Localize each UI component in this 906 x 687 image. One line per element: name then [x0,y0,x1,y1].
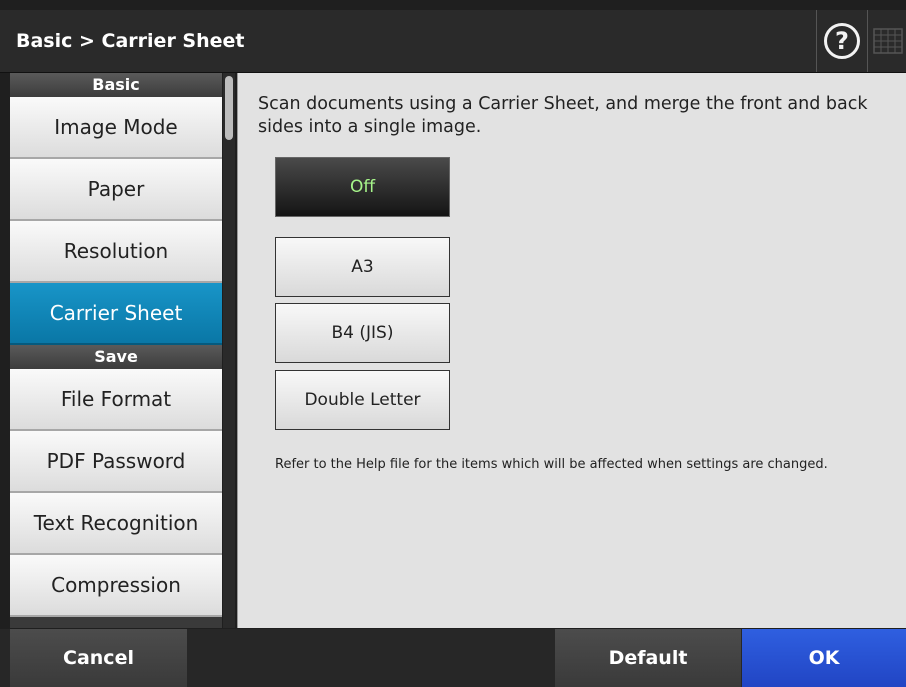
section-header-save: Save [10,345,222,369]
help-note: Refer to the Help file for the items whi… [275,457,828,472]
title-bar: Basic > Carrier Sheet ? [0,10,906,73]
sidebar-item-resolution[interactable]: Resolution [10,221,222,283]
sidebar-item-compression[interactable]: Compression [10,555,222,617]
sidebar-item-carrier-sheet[interactable]: Carrier Sheet [10,283,222,345]
keyboard-icon [872,28,903,54]
settings-panel: Scan documents using a Carrier Sheet, an… [237,73,906,628]
scrollbar-thumb[interactable] [225,76,233,140]
option-a3-button[interactable]: A3 [275,237,450,297]
option-b4-jis-button[interactable]: B4 (JIS) [275,303,450,363]
setting-description: Scan documents using a Carrier Sheet, an… [258,94,868,137]
section-header-basic: Basic [10,73,222,97]
sidebar-item-file-format[interactable]: File Format [10,369,222,431]
option-off-button[interactable]: Off [275,157,450,217]
footer-bar: Cancel Default OK [0,629,906,687]
page-title: Basic > Carrier Sheet [16,30,245,52]
sidebar-item-paper[interactable]: Paper [10,159,222,221]
default-button[interactable]: Default [555,629,741,687]
sidebar-item-pdf-password[interactable]: PDF Password [10,431,222,493]
keyboard-button[interactable] [867,10,906,72]
cancel-button[interactable]: Cancel [10,629,187,687]
sidebar-item-text-recognition[interactable]: Text Recognition [10,493,222,555]
sidebar-scrollbar[interactable] [223,73,235,628]
sidebar-item-image-mode[interactable]: Image Mode [10,97,222,159]
settings-sidebar: Basic Image Mode Paper Resolution Carrie… [10,73,222,628]
help-circle-icon: ? [824,23,860,59]
help-button[interactable]: ? [816,10,867,72]
option-double-letter-button[interactable]: Double Letter [275,370,450,430]
ok-button[interactable]: OK [742,629,906,687]
